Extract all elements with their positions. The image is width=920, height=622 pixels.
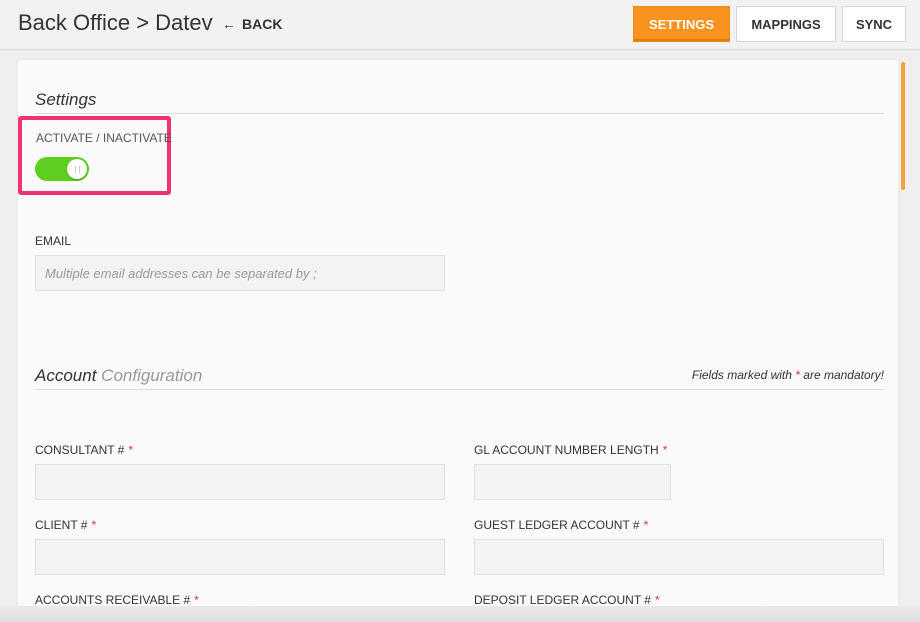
top-bar: Back Office > Datev ← BACK SETTINGS MAPP… xyxy=(0,0,920,50)
consultant-field[interactable] xyxy=(35,464,445,500)
tab-settings[interactable]: SETTINGS xyxy=(633,6,730,42)
accounts-receivable-label: ACCOUNTS RECEIVABLE # * xyxy=(35,593,199,607)
grip-icon xyxy=(74,165,80,173)
mandatory-note-prefix: Fields marked with xyxy=(691,368,792,382)
consultant-label-text: CONSULTANT # xyxy=(35,443,125,457)
consultant-label: CONSULTANT # * xyxy=(35,443,133,457)
guest-ledger-label: GUEST LEDGER ACCOUNT # * xyxy=(474,518,648,532)
bottom-edge xyxy=(0,606,920,622)
email-label: EMAIL xyxy=(35,234,72,248)
guest-ledger-field[interactable] xyxy=(474,539,884,575)
gl-length-label-text: GL ACCOUNT NUMBER LENGTH xyxy=(474,443,659,457)
toggle-knob xyxy=(67,159,87,179)
required-star: * xyxy=(654,593,660,607)
back-label: BACK xyxy=(242,16,283,32)
account-divider xyxy=(35,389,884,390)
email-field[interactable] xyxy=(35,255,445,291)
required-star: * xyxy=(662,443,668,457)
mandatory-note: Fields marked with * are mandatory! xyxy=(692,368,884,382)
account-title-main: Account xyxy=(35,366,97,385)
client-label-text: CLIENT # xyxy=(35,518,88,532)
account-title-sub: Configuration xyxy=(101,366,203,385)
settings-divider xyxy=(35,113,884,114)
settings-section-title: Settings xyxy=(35,90,97,109)
required-star: * xyxy=(128,443,134,457)
arrow-left-icon: ← xyxy=(222,16,236,32)
guest-ledger-label-text: GUEST LEDGER ACCOUNT # xyxy=(474,518,640,532)
required-star: * xyxy=(91,518,97,532)
account-section-title: Account Configuration xyxy=(35,366,202,386)
mandatory-star: * xyxy=(795,368,800,382)
tab-mappings[interactable]: MAPPINGS xyxy=(736,6,836,42)
activate-label: ACTIVATE / INACTIVATE xyxy=(36,131,172,145)
gl-length-label: GL ACCOUNT NUMBER LENGTH * xyxy=(474,443,667,457)
gl-length-field[interactable] xyxy=(474,464,671,500)
accounts-receivable-label-text: ACCOUNTS RECEIVABLE # xyxy=(35,593,191,607)
toggle-highlight-box xyxy=(18,116,171,195)
activate-toggle[interactable] xyxy=(35,157,89,181)
page-title: Back Office > Datev xyxy=(18,10,213,35)
tab-sync[interactable]: SYNC xyxy=(842,6,906,42)
client-field[interactable] xyxy=(35,539,445,575)
client-label: CLIENT # * xyxy=(35,518,96,532)
deposit-ledger-label: DEPOSIT LEDGER ACCOUNT # * xyxy=(474,593,660,607)
required-star: * xyxy=(643,518,649,532)
scrollbar-thumb[interactable] xyxy=(901,62,905,190)
required-star: * xyxy=(194,593,199,607)
tab-bar: SETTINGS MAPPINGS SYNC xyxy=(633,6,906,42)
back-button[interactable]: ← BACK xyxy=(222,16,282,32)
deposit-ledger-label-text: DEPOSIT LEDGER ACCOUNT # xyxy=(474,593,651,607)
mandatory-note-suffix: are mandatory! xyxy=(803,368,884,382)
